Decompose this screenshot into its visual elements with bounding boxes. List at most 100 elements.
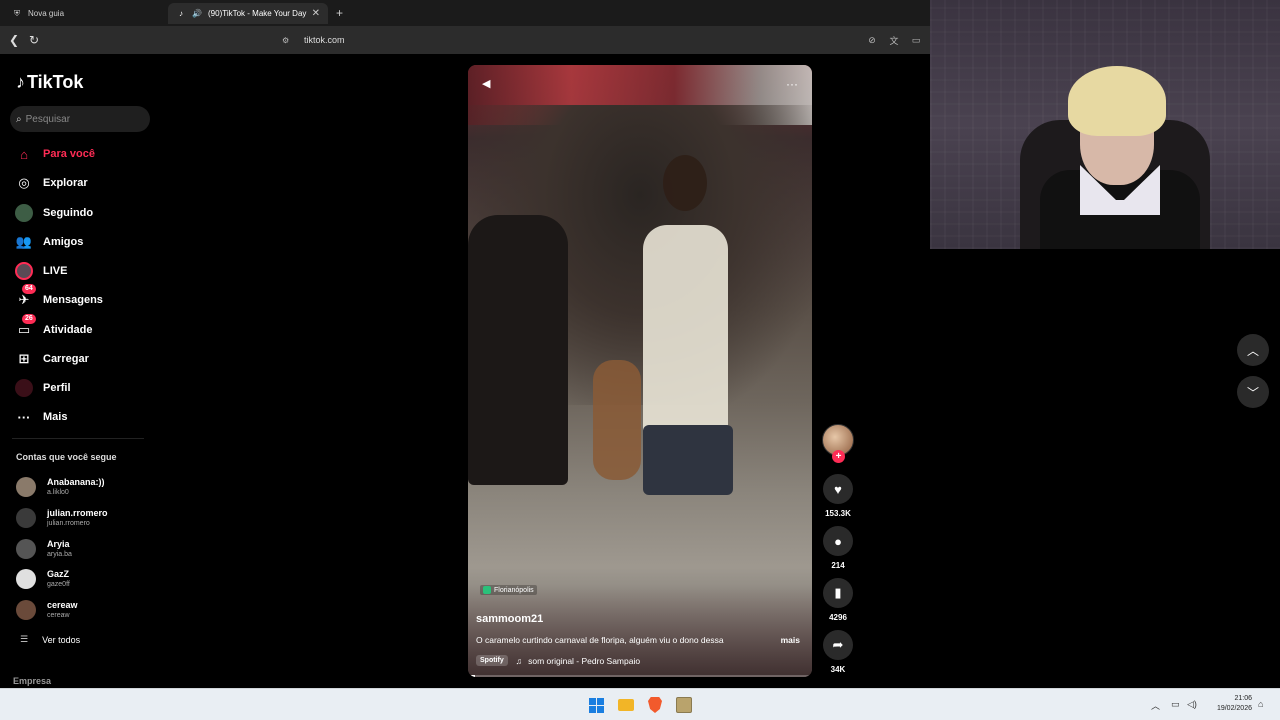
- music-title: som original - Pedro Sampaio: [528, 655, 641, 666]
- sidebar-item-upload[interactable]: ⊞ Carregar: [14, 348, 89, 370]
- app-icon[interactable]: [674, 695, 694, 715]
- follow-plus-icon[interactable]: +: [832, 450, 845, 463]
- following-account[interactable]: Anabanana:)) a.liklo0: [16, 473, 105, 501]
- like-button[interactable]: ♥ 153.3K: [822, 474, 854, 518]
- browser-tab-bar: ⛨ Nova guia ♪ 🔊 (90)TikTok - Make Your D…: [0, 0, 930, 26]
- webcam-overlay: [930, 0, 1280, 249]
- account-username: gaze0ff: [47, 581, 70, 588]
- sidebar-item-following[interactable]: Seguindo: [14, 202, 93, 224]
- following-account[interactable]: GazZ gaze0ff: [16, 565, 70, 593]
- back-button[interactable]: ❮: [6, 32, 22, 48]
- more-options-icon[interactable]: ···: [786, 77, 798, 91]
- network-icon[interactable]: ▭: [1171, 699, 1180, 710]
- sidebar-item-profile[interactable]: Perfil: [14, 377, 71, 399]
- video-frame-dog: [593, 360, 641, 480]
- next-video-button[interactable]: ﹀: [1237, 376, 1269, 408]
- logo-text: TikTok: [27, 72, 84, 92]
- save-button[interactable]: ▮ 4296: [822, 578, 854, 622]
- company-link[interactable]: Empresa: [13, 676, 51, 686]
- sidebar-item-messages[interactable]: ✈ 64 Mensagens: [14, 284, 103, 311]
- volume-tray-icon[interactable]: ◁): [1187, 699, 1197, 710]
- account-name: GazZ: [47, 569, 70, 579]
- heart-icon: ♥: [823, 474, 853, 504]
- sidebar-item-label: Carregar: [43, 353, 89, 365]
- avatar: [16, 508, 36, 528]
- clock-time: 21:06: [1234, 695, 1252, 702]
- volume-icon[interactable]: ◀: [482, 77, 490, 90]
- chevron-down-icon: ﹀: [1246, 385, 1259, 400]
- more-icon: ···: [17, 409, 31, 425]
- new-tab-button[interactable]: +: [336, 6, 343, 20]
- translate-icon[interactable]: 文: [888, 34, 900, 46]
- tab-label: (90)TikTok - Make Your Day: [208, 9, 307, 18]
- account-name: Aryia: [47, 539, 70, 549]
- share-button[interactable]: ➦ 34K: [822, 630, 854, 674]
- tiktok-note-icon: ♪: [16, 72, 25, 92]
- video-progress-bar[interactable]: [468, 675, 812, 677]
- sidebar-item-activity[interactable]: ▭ 26 Atividade: [14, 314, 93, 341]
- windows-taskbar: ︿ ▭ ◁) 21:06 19/02/2026 ⌂: [0, 688, 1280, 720]
- sidebar-item-explore[interactable]: ◎ Explorar: [14, 172, 87, 194]
- description-more-button[interactable]: mais: [781, 635, 800, 645]
- comment-button[interactable]: ● 214: [822, 526, 854, 570]
- sidebar-item-live[interactable]: LIVE: [14, 260, 67, 282]
- video-progress-fill: [468, 675, 475, 677]
- address-text: tiktok.com: [304, 35, 345, 45]
- site-info-icon[interactable]: ⚙: [282, 36, 294, 45]
- account-name: cereaw: [47, 600, 78, 610]
- see-all-link[interactable]: ☰ Ver todos: [20, 634, 80, 645]
- video-author[interactable]: sammoom21: [476, 613, 543, 625]
- previous-video-button[interactable]: ︿: [1237, 334, 1269, 366]
- following-account[interactable]: julian.rromero julian.rromero: [16, 504, 108, 532]
- browser-toolbar: ❮ ↻ ⚙ tiktok.com ⊘ 文 ▭: [0, 26, 930, 54]
- avatar: [16, 569, 36, 589]
- sidebar-item-label: Perfil: [43, 382, 71, 394]
- close-tab-icon[interactable]: ✕: [312, 8, 320, 19]
- cast-icon[interactable]: ▭: [910, 34, 922, 46]
- share-icon: ➦: [823, 630, 853, 660]
- sidebar-divider: [12, 438, 144, 439]
- tab-new[interactable]: ⛨ Nova guia: [4, 3, 164, 24]
- sidebar-item-label: Amigos: [43, 236, 84, 248]
- file-explorer-icon[interactable]: [616, 695, 636, 715]
- sidebar-item-label: Atividade: [43, 324, 93, 336]
- sidebar-item-label: Seguindo: [43, 207, 94, 219]
- friends-icon: 👥: [15, 234, 33, 249]
- tray-chevron-icon[interactable]: ︿: [1151, 699, 1160, 712]
- notifications-icon[interactable]: ⌂: [1258, 699, 1263, 709]
- address-bar[interactable]: ⚙ tiktok.com: [282, 30, 862, 50]
- tab-tiktok[interactable]: ♪ 🔊 (90)TikTok - Make Your Day ✕: [168, 3, 328, 24]
- avatar: [16, 600, 36, 620]
- video-frame-person: [643, 155, 728, 445]
- clock[interactable]: 21:06 19/02/2026: [1204, 694, 1252, 714]
- save-count: 4296: [829, 613, 847, 622]
- see-all-label: Ver todos: [42, 634, 81, 645]
- sidebar-item-more[interactable]: ··· Mais: [14, 406, 68, 428]
- reload-button[interactable]: ↻: [26, 32, 42, 48]
- page-right-area: [930, 249, 1280, 688]
- music-info[interactable]: Spotify ♫ som original - Pedro Sampaio: [476, 655, 640, 666]
- shield-icon: ⛨: [14, 8, 20, 18]
- activity-icon: ▭ 26: [14, 314, 36, 340]
- location-tag[interactable]: Florianópolis: [480, 585, 537, 595]
- following-account[interactable]: cereaw cereaw: [16, 596, 78, 624]
- webcam-streamer-hair: [1068, 66, 1166, 136]
- video-description: O caramelo curtindo carnaval de floripa,…: [476, 635, 724, 645]
- bookmark-icon: ▮: [823, 578, 853, 608]
- activity-badge: 26: [22, 314, 36, 324]
- video-player[interactable]: ◀ ··· Florianópolis sammoom21 O caramelo…: [468, 65, 812, 677]
- following-account[interactable]: Aryia aryia.ba: [16, 535, 72, 563]
- speaker-icon[interactable]: 🔊: [192, 9, 202, 19]
- following-avatar-icon: [14, 203, 34, 223]
- sidebar-item-friends[interactable]: 👥 Amigos: [14, 231, 83, 253]
- account-username: aryia.ba: [47, 551, 72, 558]
- sidebar-item-label: Mensagens: [43, 294, 103, 306]
- account-name: julian.rromero: [47, 508, 108, 518]
- tiktok-logo[interactable]: ♪ TikTok: [16, 72, 83, 93]
- following-section-title: Contas que você segue: [16, 452, 117, 462]
- search-input[interactable]: ⌕ Pesquisar: [10, 106, 150, 132]
- brave-browser-icon[interactable]: [645, 695, 665, 715]
- no-tracking-icon[interactable]: ⊘: [866, 34, 878, 46]
- sidebar-item-for-you[interactable]: ⌂ Para você: [14, 143, 95, 165]
- windows-start-icon[interactable]: [586, 695, 606, 715]
